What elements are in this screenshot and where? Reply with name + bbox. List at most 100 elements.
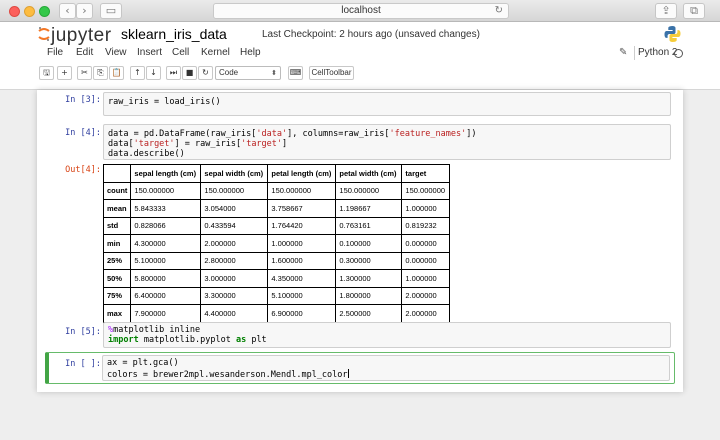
table-cell: 2.000000: [401, 286, 451, 305]
table-cell: 5.843333: [130, 199, 202, 218]
menu-insert[interactable]: Insert: [137, 47, 162, 58]
code-segment: data.describe(): [108, 149, 185, 159]
table-cell: 150.000000: [335, 181, 403, 200]
keyboard-icon: ⌨: [289, 68, 302, 77]
menu-cell[interactable]: Cell: [172, 47, 189, 58]
row-label: 75%: [102, 286, 132, 305]
move-down-button[interactable]: ↓: [146, 66, 161, 80]
input-prompt: In [ ]:: [65, 359, 101, 369]
interrupt-kernel-button[interactable]: ■: [182, 66, 197, 80]
row-label: max: [102, 304, 132, 323]
code-segment: plt: [246, 334, 267, 345]
copy-cell-button[interactable]: ⎘: [93, 66, 108, 80]
insert-cell-button[interactable]: +: [57, 66, 72, 80]
table-cell: 150.000000: [401, 181, 451, 200]
table-cell: 0.763161: [335, 216, 403, 235]
table-cell: 0.300000: [335, 251, 403, 270]
table-row: 50% 5.800000 3.000000 4.350000 1.300000 1.000…: [102, 269, 451, 288]
code-segment: data[: [108, 139, 134, 149]
table-cell: 4.400000: [200, 304, 269, 323]
browser-titlebar: ‹ › ▭ localhost ↻ ⇪ ⧉: [0, 0, 720, 22]
cell-type-value: Code: [219, 68, 239, 77]
select-arrows-icon: ⬍: [271, 69, 277, 77]
jupyter-header: jupyter sklearn_iris_data Last Checkpoin…: [0, 22, 720, 90]
share-button[interactable]: ⇪: [655, 3, 677, 19]
paste-cell-button[interactable]: 📋: [109, 66, 124, 80]
table-cell: 6.900000: [267, 304, 337, 323]
maximize-window-button[interactable]: [39, 6, 50, 17]
paste-icon: 📋: [111, 68, 122, 77]
minimize-window-button[interactable]: [24, 6, 35, 17]
code-segment: ]): [466, 129, 477, 139]
table-cell: 0.828066: [130, 216, 202, 235]
celltoolbar-button[interactable]: CellToolbar: [309, 66, 354, 80]
table-cell: 1.000000: [267, 234, 337, 253]
table-body: count 150.000000 150.000000 150.000000 150.0…: [102, 181, 451, 323]
reload-icon[interactable]: ↻: [495, 4, 503, 18]
code-segment: matplotlib.pyplot: [138, 334, 236, 345]
plus-icon: +: [61, 68, 68, 77]
selected-code-cell[interactable]: In [ ]: ax = plt.gca() colors = brewer2m…: [45, 352, 675, 384]
table-cell: 150.000000: [130, 181, 202, 200]
table-row: 25% 5.100000 2.800000 1.600000 0.300000 0.000…: [102, 251, 451, 270]
table-header: target: [401, 164, 451, 183]
table-cell: 150.000000: [200, 181, 269, 200]
step-forward-icon: ⏭: [169, 68, 178, 77]
edit-mode-icon: ✎: [619, 47, 628, 58]
address-text: localhost: [341, 5, 381, 16]
save-button[interactable]: 🖫: [39, 66, 54, 80]
cell-type-select[interactable]: Code ⬍: [215, 66, 281, 80]
close-window-button[interactable]: [9, 6, 20, 17]
show-tabs-button[interactable]: ⧉: [683, 3, 705, 19]
table-cell: 0.819232: [401, 216, 451, 235]
menu-view[interactable]: View: [105, 47, 127, 58]
copy-icon: ⎘: [97, 68, 104, 77]
forward-button[interactable]: ›: [76, 3, 93, 19]
cell-input[interactable]: raw_iris = load_iris(): [103, 92, 671, 116]
table-cell: 2.800000: [200, 251, 269, 270]
sidebar-button[interactable]: ▭: [100, 3, 122, 19]
row-label: std: [102, 216, 132, 235]
chevron-left-icon: ‹: [65, 4, 70, 17]
table-cell: 1.800000: [335, 286, 403, 305]
menu-kernel[interactable]: Kernel: [201, 47, 230, 58]
code-cell[interactable]: In [3]: raw_iris = load_iris(): [47, 92, 673, 118]
code-segment: ]: [282, 139, 288, 149]
back-button[interactable]: ‹: [59, 3, 76, 19]
table-cell: 3.758667: [267, 199, 337, 218]
move-up-button[interactable]: ↑: [130, 66, 145, 80]
arrow-up-icon: ↑: [134, 68, 141, 77]
run-cell-button[interactable]: ⏭: [166, 66, 181, 80]
notebook-name[interactable]: sklearn_iris_data: [121, 26, 227, 42]
table-cell: 4.300000: [130, 234, 202, 253]
cell-input[interactable]: %matplotlib inline import matplotlib.pyp…: [103, 322, 671, 348]
command-palette-button[interactable]: ⌨: [288, 66, 303, 80]
kernel-separator: [634, 46, 635, 60]
menu-help[interactable]: Help: [240, 47, 261, 58]
code-cell[interactable]: In [5]: %matplotlib inline import matplo…: [47, 322, 673, 350]
cut-cell-button[interactable]: ✂: [77, 66, 92, 80]
cell-input[interactable]: data = pd.DataFrame(raw_iris['data'], co…: [103, 124, 671, 160]
table-cell: 1.600000: [267, 251, 337, 270]
input-prompt: In [3]:: [65, 95, 101, 105]
restart-kernel-button[interactable]: ↻: [198, 66, 213, 80]
table-cell: 0.000000: [401, 251, 451, 270]
menu-file[interactable]: File: [47, 47, 63, 58]
address-bar[interactable]: localhost ↻: [213, 3, 509, 19]
table-cell: 6.400000: [130, 286, 202, 305]
table-header-row: sepal length (cm) sepal width (cm) petal…: [102, 164, 451, 183]
table-cell: 1.764420: [267, 216, 337, 235]
row-label: 50%: [102, 269, 132, 288]
cell-input[interactable]: ax = plt.gca() colors = brewer2mpl.wesan…: [102, 355, 670, 381]
table-row: count 150.000000 150.000000 150.000000 150.0…: [102, 181, 451, 200]
menu-edit[interactable]: Edit: [76, 47, 93, 58]
jupyter-logo[interactable]: jupyter: [38, 24, 120, 48]
row-label: mean: [102, 199, 132, 218]
table-row: std 0.828066 0.433594 1.764420 0.763161 0.819…: [102, 216, 451, 235]
table-header: [102, 164, 132, 183]
browser-window: ‹ › ▭ localhost ↻ ⇪ ⧉ jupyter sklearn_ir…: [0, 0, 720, 440]
share-icon: ⇪: [661, 4, 671, 17]
code-cell[interactable]: In [4]: data = pd.DataFrame(raw_iris['da…: [47, 124, 673, 348]
text-cursor: [347, 368, 349, 378]
table-cell: 2.500000: [335, 304, 403, 323]
